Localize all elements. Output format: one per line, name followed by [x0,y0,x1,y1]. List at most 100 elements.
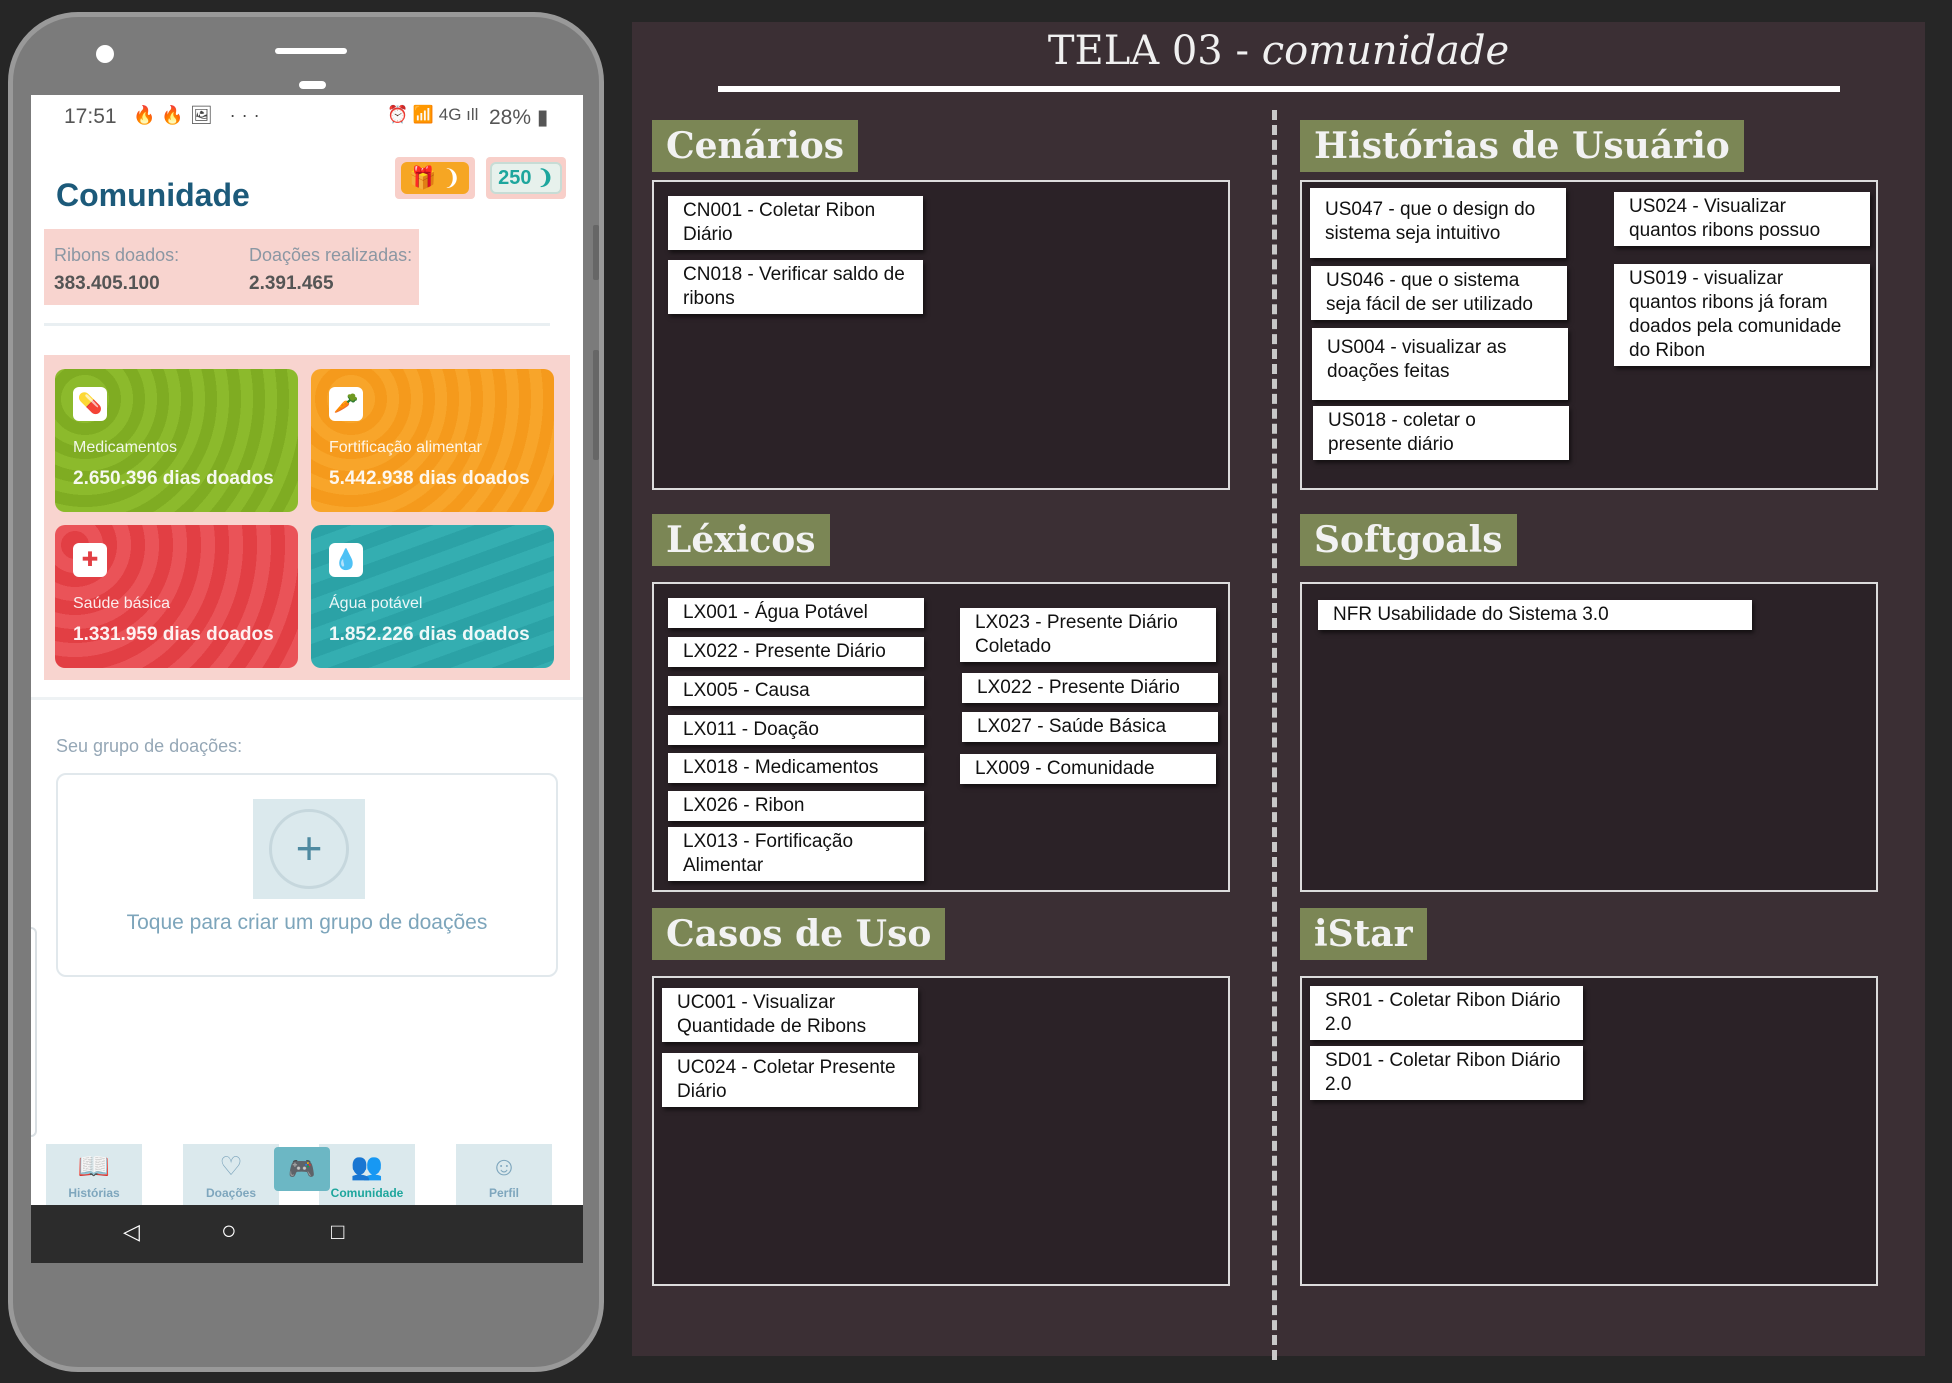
section-label-historias: Histórias de Usuário [1300,120,1744,172]
pill-icon: 💊 [73,387,107,421]
note-user-story[interactable]: US024 - Visualizar quantos ribons possuo [1614,192,1870,246]
note-lexico[interactable]: LX018 - Medicamentos [668,753,924,783]
note-softgoal[interactable]: NFR Usabilidade do Sistema 3.0 [1318,600,1752,630]
divider [31,697,583,700]
food-icon: 🥕 [329,387,363,421]
phone-speaker [275,48,347,54]
note-lexico[interactable]: LX022 - Presente Diário [962,673,1218,703]
people-icon: 👥 [350,1151,384,1181]
phone-screen: 17:51 🔥🔥🖼 ··· ⏰ 📶 4G ıll 28% ▮ Comunidad… [31,95,583,1216]
status-bar: 17:51 🔥🔥🖼 ··· ⏰ 📶 4G ıll 28% ▮ [31,95,583,137]
home-icon[interactable]: ○ [221,1215,237,1246]
note-cenario[interactable]: CN001 - Coletar Ribon Diário [668,196,923,250]
page-title: Comunidade [56,177,250,213]
heart-icon: ♡ [219,1151,243,1181]
note-use-case[interactable]: UC024 - Coletar Presente Diário [662,1053,918,1107]
column-divider [1272,110,1277,1360]
gamepad-icon: 🎮 [288,1156,316,1181]
cause-value: 1.852.226 dias doados [329,624,530,645]
plus-icon: + [269,809,349,889]
cause-label: Saúde básica [73,595,170,612]
note-user-story[interactable]: US004 - visualizar as doações feitas [1312,328,1568,400]
note-user-story[interactable]: US018 - coletar o presente diário [1313,406,1569,460]
drawer-handle[interactable] [31,927,37,1137]
note-cenario[interactable]: CN018 - Verificar saldo de ribons [668,260,923,314]
note-lexico[interactable]: LX026 - Ribon [668,791,924,821]
cause-card-medicamentos[interactable]: 💊 Medicamentos 2.650.396 dias doados [55,369,298,512]
note-lexico[interactable]: LX027 - Saúde Básica [962,712,1218,742]
tab-historias[interactable]: 📖 Histórias [46,1144,142,1208]
note-lexico[interactable]: LX013 - Fortificação Alimentar [668,827,924,881]
donations-made-label: Doações realizadas: [249,245,413,265]
title-underline [718,86,1840,92]
note-use-case[interactable]: UC001 - Visualizar Quantidade de Ribons [662,988,918,1042]
daily-gift-button[interactable]: 🎁 ❩ [395,157,475,199]
status-time: 17:51 [64,105,117,128]
donations-made-value: 2.391.465 [249,273,334,294]
notification-icons: 🔥🔥🖼 ··· [133,105,266,125]
ribon-balance-badge[interactable]: 250 ❩ [486,157,566,199]
cause-value: 1.331.959 dias doados [73,624,274,645]
note-lexico[interactable]: LX011 - Doação [668,715,924,745]
cause-cards: 💊 Medicamentos 2.650.396 dias doados 🥕 F… [44,355,570,680]
panel-softgoals: NFR Usabilidade do Sistema 3.0 [1300,582,1878,892]
panel-cenarios: CN001 - Coletar Ribon Diário CN018 - Ver… [652,180,1230,490]
book-icon: 📖 [77,1151,111,1181]
tab-doacoes[interactable]: ♡ Doações [183,1144,279,1208]
community-stats: Ribons doados: 383.405.100 Doações reali… [44,229,419,305]
android-nav-bar: ◁ ○ □ [31,1205,583,1263]
section-label-softgoals: Softgoals [1300,514,1517,566]
section-label-lexicos: Léxicos [652,514,830,566]
section-label-istar: iStar [1300,908,1427,960]
section-label-casos-de-uso: Casos de Uso [652,908,946,960]
divider [44,323,550,326]
battery-level: 28% ▮ [489,106,549,129]
cause-label: Medicamentos [73,439,178,456]
cause-label: Fortificação alimentar [329,439,482,456]
panel-historias: US047 - que o design do sistema seja int… [1300,180,1878,490]
cause-card-fortificacao[interactable]: 🥕 Fortificação alimentar 5.442.938 dias … [311,369,554,512]
ribons-donated-value: 383.405.100 [54,273,160,294]
tab-comunidade[interactable]: 👥 Comunidade [319,1144,415,1208]
note-user-story[interactable]: US019 - visualizar quantos ribons já for… [1614,264,1870,366]
tab-perfil[interactable]: ☺ Perfil [456,1144,552,1208]
ribons-donated-label: Ribons doados: [54,245,180,265]
ribon-balance: 250 ❩ [490,162,562,194]
gamepad-button[interactable]: 🎮 [274,1147,330,1191]
cause-value: 2.650.396 dias doados [73,468,274,489]
note-user-story[interactable]: US046 - que o sistema seja fácil de ser … [1311,266,1567,320]
back-icon[interactable]: ◁ [123,1219,140,1245]
note-lexico[interactable]: LX009 - Comunidade [960,754,1216,784]
cause-card-agua[interactable]: 💧 Água potável 1.852.226 dias doados [311,525,554,668]
power-button [593,350,599,460]
note-lexico[interactable]: LX022 - Presente Diário [668,637,924,667]
note-lexico[interactable]: LX023 - Presente Diário Coletado [960,608,1216,662]
note-lexico[interactable]: LX001 - Água Potável [668,598,924,628]
phone-sensor [299,81,326,89]
create-group-card[interactable]: + Toque para criar um grupo de doações [56,773,558,977]
add-group-button[interactable]: + [253,799,365,899]
gift-icon: 🎁 ❩ [401,162,469,194]
note-istar[interactable]: SR01 - Coletar Ribon Diário 2.0 [1310,986,1583,1040]
cause-label: Água potável [329,595,423,612]
volume-button [593,225,599,280]
cause-card-saude[interactable]: ✚ Saúde básica 1.331.959 dias doados [55,525,298,668]
front-camera-icon [96,45,114,63]
note-user-story[interactable]: US047 - que o design do sistema seja int… [1310,188,1566,258]
requirements-board: TELA 03 - comunidade Cenários CN001 - Co… [632,22,1925,1360]
panel-istar: SR01 - Coletar Ribon Diário 2.0 SD01 - C… [1300,976,1878,1286]
donation-group-label: Seu grupo de doações: [56,736,243,756]
panel-casos-de-uso: UC001 - Visualizar Quantidade de Ribons … [652,976,1230,1286]
panel-lexicos: LX001 - Água Potável LX022 - Presente Di… [652,582,1230,892]
board-title: TELA 03 - comunidade [1047,28,1510,74]
recents-icon[interactable]: □ [331,1219,344,1245]
water-drop-icon: 💧 [329,543,363,577]
note-istar[interactable]: SD01 - Coletar Ribon Diário 2.0 [1310,1046,1583,1100]
note-lexico[interactable]: LX005 - Causa [668,676,924,706]
cause-value: 5.442.938 dias doados [329,468,530,489]
create-group-hint: Toque para criar um grupo de doações [126,911,488,934]
medkit-icon: ✚ [73,543,107,577]
section-label-cenarios: Cenários [652,120,858,172]
face-icon: ☺ [490,1151,518,1181]
system-status-icons: ⏰ 📶 4G ıll [387,105,479,124]
